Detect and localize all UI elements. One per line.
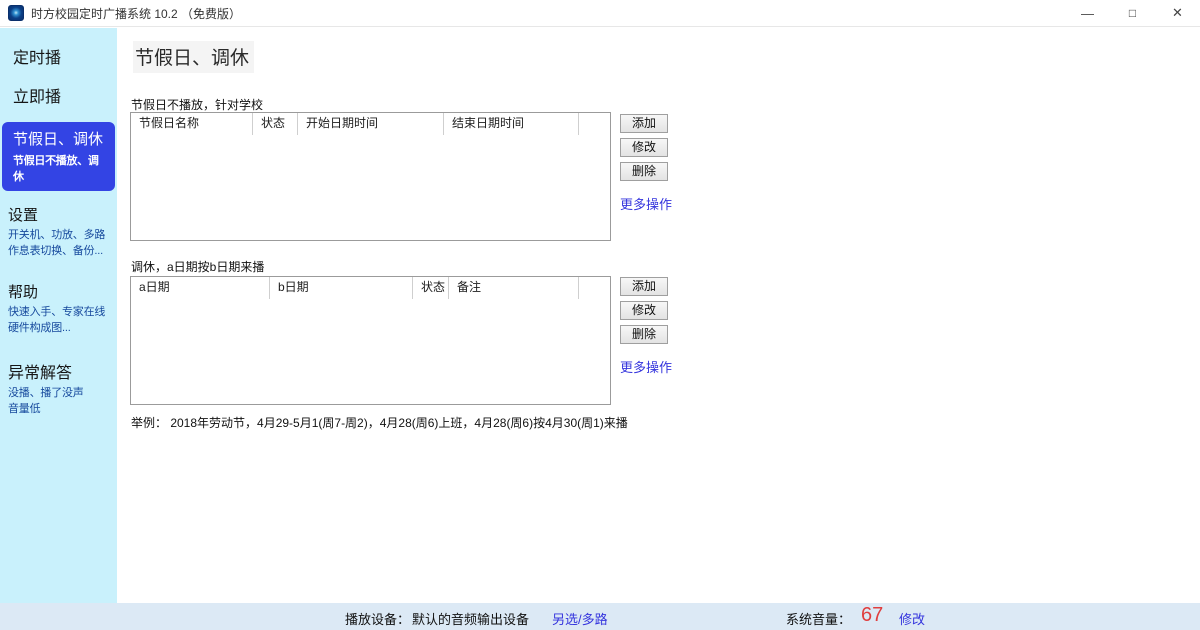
add-button[interactable]: 添加 <box>620 114 668 133</box>
modify-button[interactable]: 修改 <box>620 301 668 320</box>
sidebar-item-help[interactable]: 帮助 快速入手、专家在线 硬件构成图... <box>5 281 113 337</box>
volume-modify-link[interactable]: 修改 <box>899 609 925 628</box>
playback-device-value: 默认的音频输出设备 <box>412 609 529 628</box>
sidebar-item-label: 异常解答 <box>8 359 113 383</box>
column-header-status[interactable]: 状态 <box>253 113 298 135</box>
sidebar-item-subtitle: 开关机、功放、多路 作息表切换、备份... <box>8 228 113 260</box>
swap-section-label: 调休，a日期按b日期来播 <box>131 258 264 275</box>
window-title: 时方校园定时广播系统 10.2 （免费版） <box>31 5 241 22</box>
sidebar-item-label: 帮助 <box>8 281 113 302</box>
column-header-a-date[interactable]: a日期 <box>131 277 270 299</box>
system-volume-label: 系统音量： <box>786 609 851 628</box>
close-icon[interactable]: ✕ <box>1155 0 1200 27</box>
more-operations-link[interactable]: 更多操作 <box>620 194 672 213</box>
swap-table-body[interactable] <box>131 299 610 405</box>
status-bar: 播放设备： 默认的音频输出设备 另选/多路 系统音量： 67 修改 <box>0 603 1200 630</box>
holiday-button-column: 添加 修改 删除 更多操作 <box>620 114 680 214</box>
device-select-link[interactable]: 另选/多路 <box>552 609 608 628</box>
title-bar: 时方校园定时广播系统 10.2 （免费版） — □ ✕ <box>0 0 1200 27</box>
delete-button[interactable]: 删除 <box>620 325 668 344</box>
sidebar-item-label: 设置 <box>8 204 113 225</box>
more-operations-link[interactable]: 更多操作 <box>620 357 672 376</box>
page-title: 节假日、调休 <box>133 41 254 73</box>
column-header-b-date[interactable]: b日期 <box>270 277 413 299</box>
sidebar-item-subtitle: 节假日不播放、调休 <box>13 152 109 184</box>
sidebar-item-label: 节假日、调休 <box>13 128 109 149</box>
swap-table-header: a日期 b日期 状态 备注 <box>131 277 610 299</box>
sidebar: 定时播 立即播 节假日、调休 节假日不播放、调休 设置 开关机、功放、多路 作息… <box>0 28 117 603</box>
maximize-icon[interactable]: □ <box>1110 0 1155 27</box>
modify-button[interactable]: 修改 <box>620 138 668 157</box>
sidebar-item-subtitle: 快速入手、专家在线 硬件构成图... <box>8 305 113 337</box>
swap-table: a日期 b日期 状态 备注 <box>130 276 611 405</box>
column-header-filler <box>579 113 610 135</box>
minimize-icon[interactable]: — <box>1065 0 1110 27</box>
sidebar-item-holiday-selected[interactable]: 节假日、调休 节假日不播放、调休 <box>2 122 115 191</box>
swap-button-column: 添加 修改 删除 更多操作 <box>620 277 680 377</box>
sidebar-item-troubleshooting[interactable]: 异常解答 没播、播了没声 音量低 <box>5 359 113 418</box>
delete-button[interactable]: 删除 <box>620 162 668 181</box>
holiday-section-label: 节假日不播放，针对学校 <box>131 96 263 113</box>
column-header-end-datetime[interactable]: 结束日期时间 <box>444 113 579 135</box>
window-controls: — □ ✕ <box>1065 0 1200 27</box>
sidebar-item-settings[interactable]: 设置 开关机、功放、多路 作息表切换、备份... <box>5 204 113 260</box>
holiday-table-header: 节假日名称 状态 开始日期时间 结束日期时间 <box>131 113 610 135</box>
sidebar-item-subtitle: 没播、播了没声 音量低 <box>8 386 113 418</box>
example-text: 举例： 2018年劳动节，4月29-5月1(周7-周2)，4月28(周6)上班，… <box>131 414 628 431</box>
holiday-table: 节假日名称 状态 开始日期时间 结束日期时间 <box>130 112 611 241</box>
app-icon <box>8 5 24 21</box>
column-header-filler <box>579 277 610 299</box>
sidebar-item-instant-broadcast[interactable]: 立即播 <box>13 83 117 107</box>
playback-device-label: 播放设备： <box>345 609 410 628</box>
system-volume-value: 67 <box>861 604 883 627</box>
holiday-table-body[interactable] <box>131 135 610 241</box>
column-header-status[interactable]: 状态 <box>413 277 449 299</box>
column-header-start-datetime[interactable]: 开始日期时间 <box>298 113 444 135</box>
add-button[interactable]: 添加 <box>620 277 668 296</box>
column-header-holiday-name[interactable]: 节假日名称 <box>131 113 253 135</box>
sidebar-item-timed-broadcast[interactable]: 定时播 <box>13 44 117 68</box>
column-header-remark[interactable]: 备注 <box>449 277 579 299</box>
